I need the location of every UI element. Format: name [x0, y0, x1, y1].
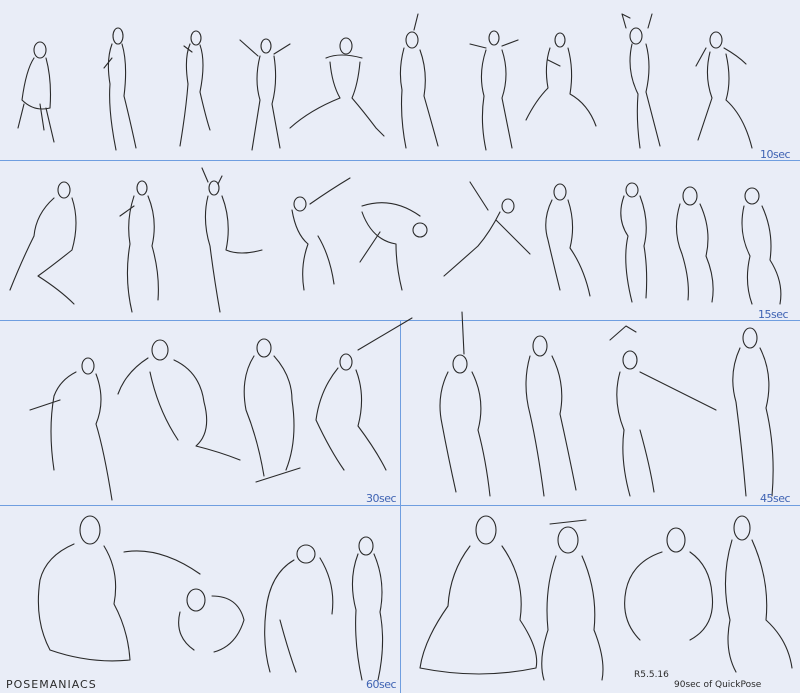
figure-row2-2: [119, 180, 159, 313]
figure-row1-10: [695, 31, 753, 149]
figure-row1-6: [399, 13, 439, 149]
date-stamp: R5.5.16: [634, 670, 669, 680]
figure-row1-8: [525, 32, 597, 127]
figure-row4-6: [541, 519, 604, 681]
figure-row1-9: [621, 13, 661, 149]
figure-row4-4: [351, 536, 384, 681]
time-label-10sec: 10sec: [760, 148, 791, 161]
signature: POSEMANIACS: [6, 678, 97, 691]
figure-row3-7: [609, 325, 717, 497]
figure-row3-8: [732, 327, 774, 497]
figure-row1-3: [179, 30, 211, 147]
figure-row3-2: [117, 339, 241, 461]
figure-row2-7: [545, 183, 591, 297]
gesture-drawings: [9, 13, 793, 681]
time-label-15sec: 15sec: [758, 308, 789, 321]
figure-row4-3: [264, 544, 334, 673]
figure-row3-3: [243, 338, 301, 483]
sketch-sheet: 10sec 15sec 30sec 45sec 60sec POSEMANIAC…: [0, 0, 800, 693]
figure-row4-8: [724, 515, 793, 673]
time-label-45sec: 45sec: [760, 492, 791, 505]
figure-row4-7: [624, 527, 714, 641]
figure-row2-10: [741, 187, 782, 305]
time-label-30sec: 30sec: [366, 492, 397, 505]
time-label-60sec: 60sec: [366, 678, 397, 691]
figure-row2-6: [443, 181, 531, 277]
figure-row2-1: [9, 181, 77, 305]
figure-row1-1: [17, 41, 55, 143]
figure-row2-4: [291, 177, 351, 291]
figure-row2-3: [201, 167, 263, 313]
figure-row3-5: [439, 311, 491, 497]
figure-row1-4: [239, 38, 291, 151]
figure-row3-4: [315, 317, 413, 471]
figure-row1-5: [289, 37, 385, 137]
figure-row2-9: [675, 186, 714, 303]
figure-row2-5: [359, 202, 428, 291]
figure-row4-5: [419, 515, 538, 675]
footer-note: 90sec of QuickPose: [674, 680, 762, 690]
figure-row1-7: [469, 30, 519, 151]
figure-row4-1: [37, 515, 131, 662]
figure-row3-1: [29, 357, 113, 501]
figure-row4-2: [123, 550, 245, 653]
figure-row1-2: [103, 27, 137, 151]
figure-row3-6: [525, 335, 577, 497]
figure-row2-8: [620, 182, 648, 303]
